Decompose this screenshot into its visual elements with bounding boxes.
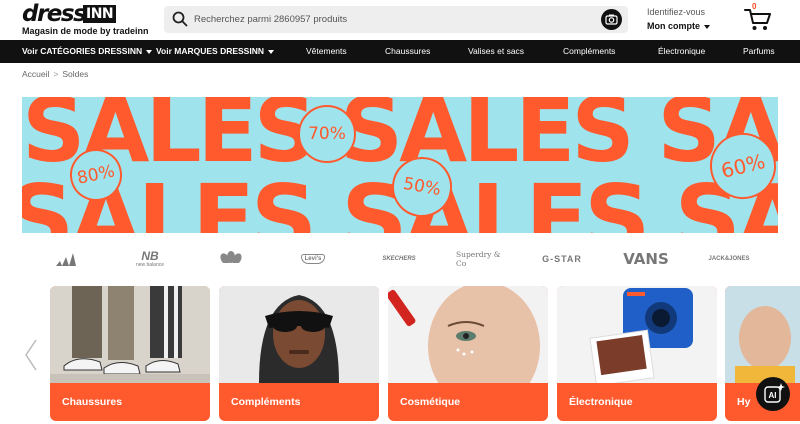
logo-tagline: Magasin de mode by tradeinn — [22, 26, 149, 36]
nav-item-electronique[interactable]: Électronique — [658, 40, 705, 63]
sneakers-photo — [50, 286, 210, 383]
nav-categories-label: Voir CATÉGORIES DRESSINN — [22, 46, 143, 56]
dressinn-logo[interactable]: dress INN Magasin de mode by tradeinn — [22, 1, 149, 38]
brand-new-balance[interactable]: NB new balance — [128, 244, 172, 274]
breadcrumb-current: Soldes — [62, 69, 89, 79]
category-card-chaussures[interactable]: Chaussures — [50, 286, 210, 421]
brand-logos-strip: NB new balance Levi's SKECHERS Superdry … — [22, 244, 778, 274]
category-card-electronique[interactable]: Électronique — [557, 286, 717, 421]
nb-logo-icon: NB — [141, 249, 159, 263]
category-label: Cosmétique — [400, 396, 461, 408]
category-card-cosmetique[interactable]: Cosmétique — [388, 286, 548, 421]
brand-superdry[interactable]: Superdry & Co — [456, 244, 512, 274]
trefoil-logo-icon — [220, 251, 242, 265]
category-card-complements[interactable]: Compléments — [219, 286, 379, 421]
category-label: Hy — [737, 396, 751, 408]
sunglasses-photo — [219, 286, 379, 383]
logo-box: INN — [83, 5, 117, 23]
brand-levis[interactable]: Levi's — [298, 244, 328, 274]
account-menu[interactable]: Identifiez-vous Mon compte — [647, 7, 710, 31]
search-input[interactable] — [194, 10, 584, 29]
brand-skechers[interactable]: SKECHERS — [374, 244, 424, 274]
brand-gstar[interactable]: G-STAR — [538, 244, 586, 274]
my-account-label: Mon compte — [647, 21, 710, 31]
nav-categories-dropdown[interactable]: Voir CATÉGORIES DRESSINN — [22, 40, 153, 63]
instant-camera-photo — [557, 286, 717, 383]
nav-item-complements[interactable]: Compléments — [563, 40, 615, 63]
breadcrumb-home[interactable]: Accueil — [22, 69, 49, 79]
brand-jack-jones[interactable]: JACK&JONES — [704, 244, 754, 274]
category-label: Chaussures — [62, 396, 123, 408]
nav-brands-dropdown[interactable]: Voir MARQUES DRESSINN — [156, 40, 274, 63]
category-label: Compléments — [231, 396, 301, 408]
brand-new-balance-label: new balance — [135, 262, 165, 268]
brand-levis-label: Levi's — [300, 254, 326, 264]
logo-wordmark: dress — [22, 1, 87, 27]
category-carousel: Chaussures Compléments Cosmétique Électr… — [0, 286, 800, 422]
search-bar — [164, 6, 628, 33]
breadcrumb-separator-icon: > — [53, 69, 59, 79]
skincare-photo — [388, 286, 548, 383]
svg-text:AI: AI — [769, 391, 777, 400]
nav-brands-label: Voir MARQUES DRESSINN — [156, 46, 264, 56]
brand-adidas[interactable] — [46, 244, 86, 274]
ai-sparkle-icon: AI — [764, 383, 785, 403]
sales-banner[interactable]: SALES SALES SALES SALES SALES SALES 80% … — [22, 97, 778, 233]
adidas-logo-icon — [56, 253, 76, 266]
cart-count-badge: 0 — [752, 2, 757, 11]
chevron-down-icon — [146, 49, 153, 54]
my-account-text: Mon compte — [647, 21, 700, 31]
camera-search-button[interactable] — [601, 9, 622, 30]
site-header: dress INN Magasin de mode by tradeinn Id… — [0, 0, 800, 40]
main-navigation: Voir CATÉGORIES DRESSINN Voir MARQUES DR… — [0, 40, 800, 63]
chevron-down-icon — [268, 49, 274, 54]
chevron-down-icon — [704, 24, 710, 29]
login-label: Identifiez-vous — [647, 7, 706, 17]
nav-item-valises[interactable]: Valises et sacs — [468, 40, 524, 63]
ai-assistant-button[interactable]: AI — [756, 377, 790, 411]
camera-icon — [605, 14, 618, 25]
nav-item-parfums[interactable]: Parfums — [743, 40, 775, 63]
category-label: Électronique — [569, 396, 633, 408]
brand-adidas-originals[interactable] — [214, 244, 248, 274]
nav-item-vetements[interactable]: Vêtements — [306, 40, 347, 63]
search-icon[interactable] — [172, 11, 188, 27]
person-photo — [725, 286, 800, 383]
cart-icon[interactable] — [743, 6, 773, 32]
brand-vans[interactable]: VANS — [622, 244, 670, 274]
nav-item-chaussures[interactable]: Chaussures — [385, 40, 430, 63]
discount-badge-70: 70% — [298, 105, 356, 163]
breadcrumb: Accueil > Soldes — [22, 69, 88, 79]
